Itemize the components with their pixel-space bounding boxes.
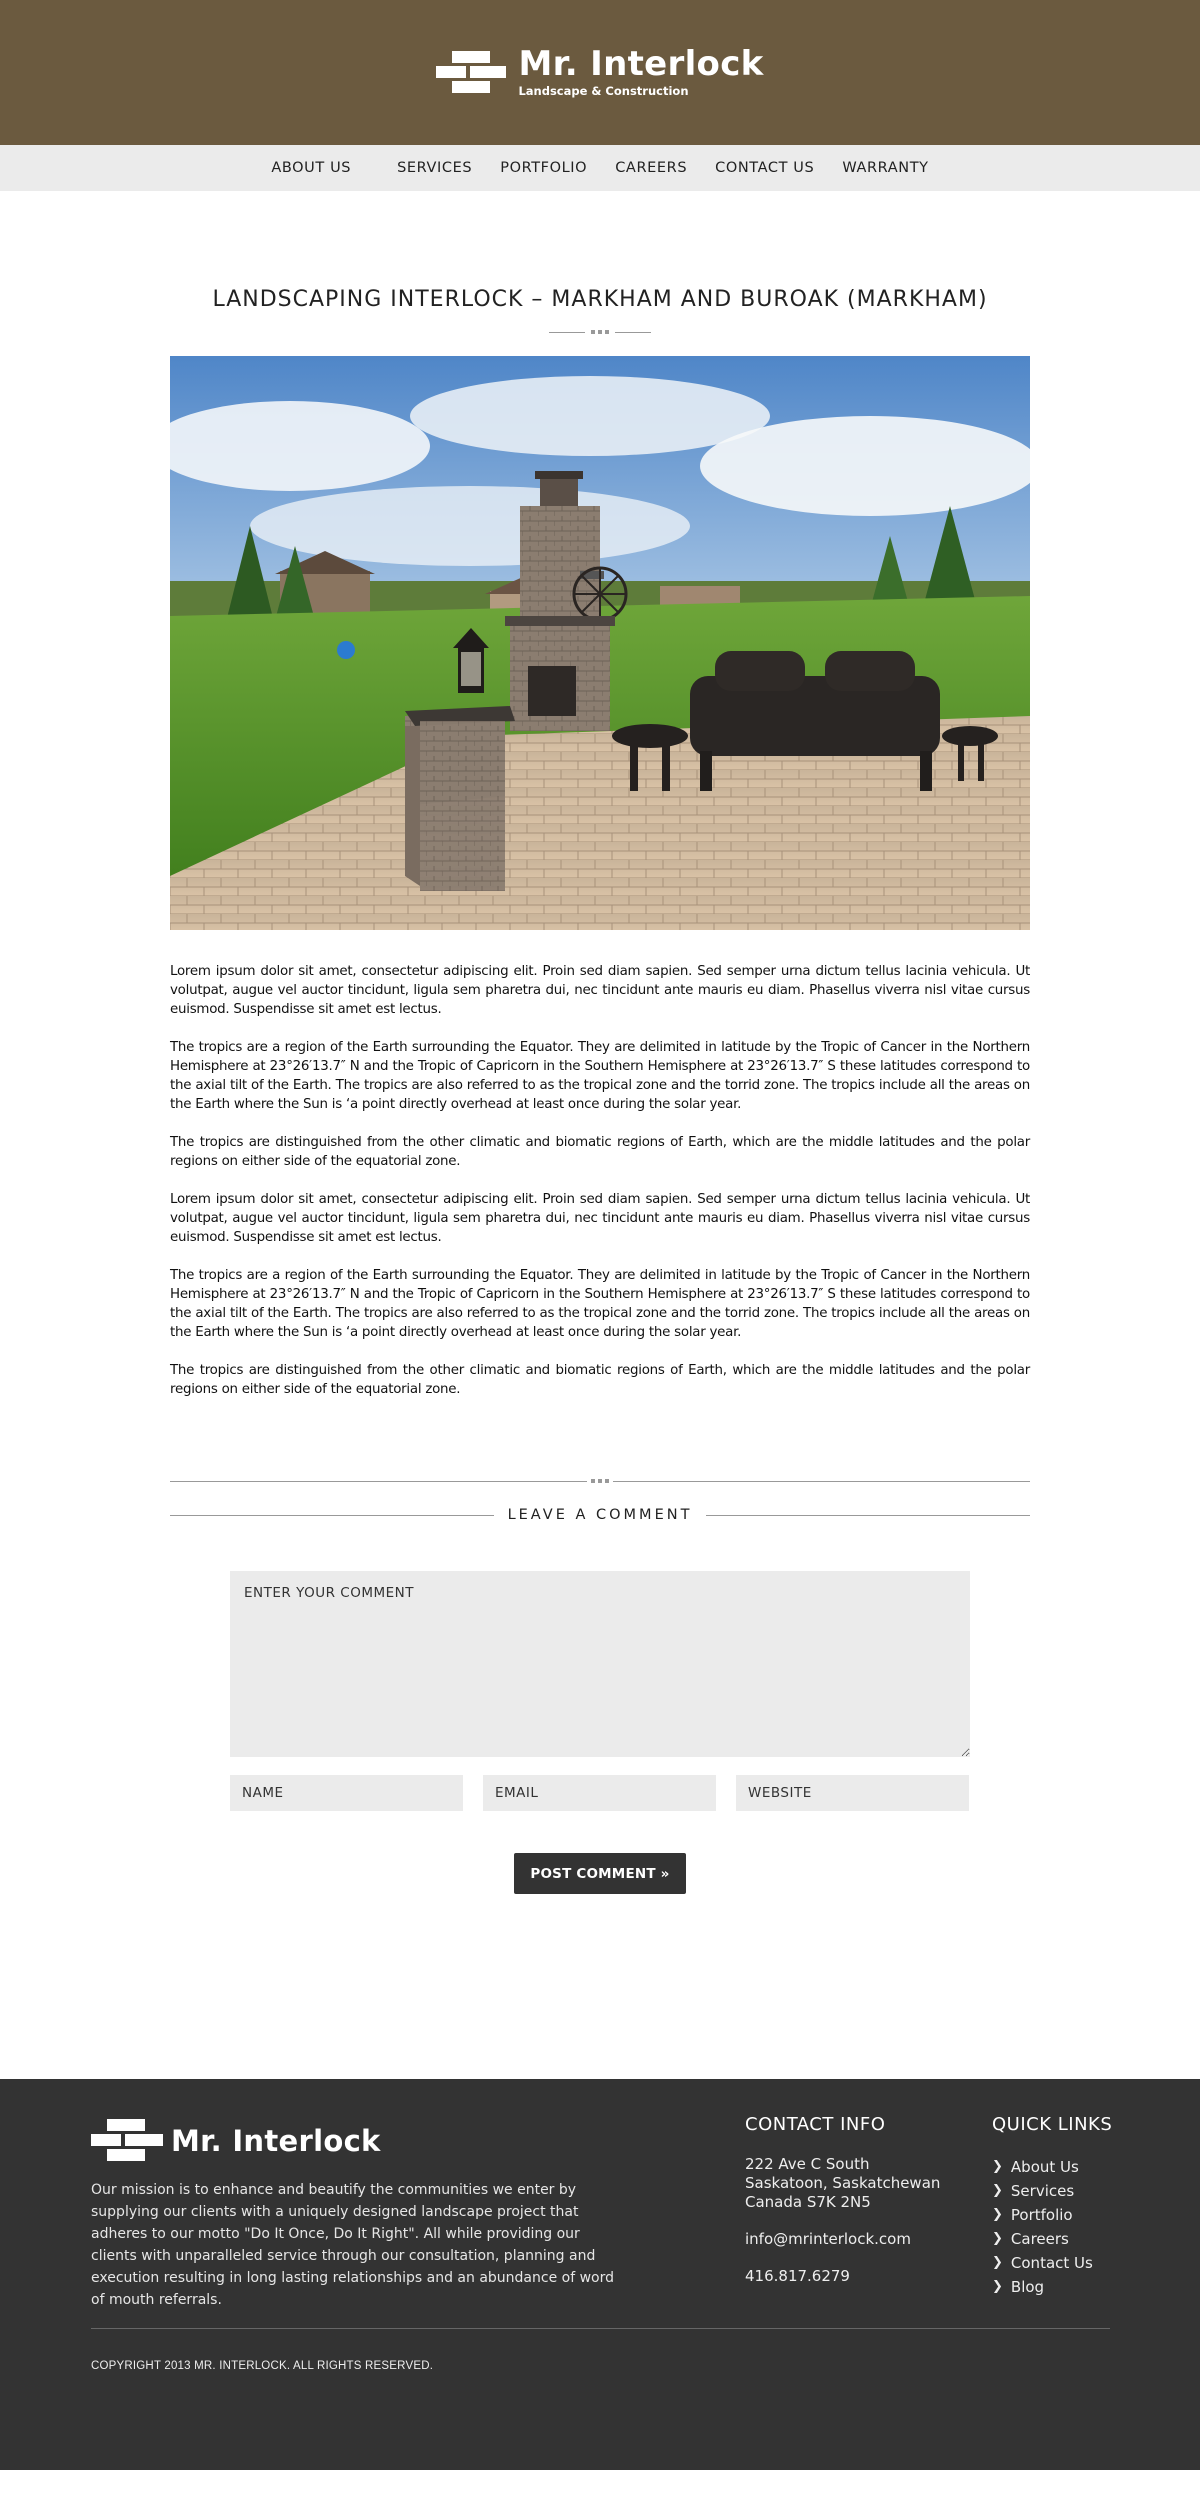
page-title: LANDSCAPING INTERLOCK – MARKHAM AND BURO… (212, 287, 988, 312)
contact-phone: 416.817.6279 (745, 2267, 850, 2285)
title-divider (170, 330, 1030, 334)
comment-heading: LEAVE A COMMENT (507, 1507, 693, 1523)
footer-brand-title: Mr. Interlock (171, 2123, 381, 2158)
quick-link-blog[interactable]: ❯ Blog (992, 2275, 1112, 2299)
site-logo[interactable]: Mr. Interlock Landscape & Construction (436, 47, 763, 98)
quick-link-about-us[interactable]: ❯ About Us (992, 2155, 1112, 2179)
quick-link-label: Careers (1010, 2230, 1069, 2248)
quick-link-careers[interactable]: ❯ Careers (992, 2227, 1112, 2251)
article-paragraph: The tropics are distinguished from the o… (170, 1135, 1030, 1169)
site-header: Mr. Interlock Landscape & Construction (0, 0, 1200, 145)
quick-link-services[interactable]: ❯ Services (992, 2179, 1112, 2203)
post-comment-button[interactable]: POST COMMENT » (514, 1853, 686, 1894)
chevron-right-icon: ❯ (992, 2159, 1003, 2174)
nav-item-contact-us[interactable]: CONTACT US (701, 160, 828, 176)
brand-title: Mr. Interlock (518, 44, 764, 84)
bricks-logo-icon (91, 2119, 163, 2163)
article-paragraph: The tropics are a region of the Earth su… (170, 1040, 1030, 1112)
nav-item-portfolio[interactable]: PORTFOLIO (486, 160, 601, 176)
contact-info: CONTACT INFO 222 Ave C South Saskatoon, … (745, 2114, 975, 2286)
website-input[interactable] (736, 1775, 969, 1811)
main-nav: ABOUT US SERVICES PORTFOLIO CAREERS CONT… (0, 145, 1200, 191)
brand-subtitle: Landscape & Construction (518, 84, 689, 98)
nav-item-services[interactable]: SERVICES (383, 160, 486, 176)
quick-link-label: Blog (1010, 2278, 1045, 2296)
comment-section: LEAVE A COMMENT POST COMMENT » (0, 1477, 1200, 1894)
contact-email-link[interactable]: info@mrinterlock.com (745, 2230, 975, 2249)
address-line: Canada S7K 2N5 (745, 2193, 871, 2211)
chevron-right-icon: ❯ (992, 2207, 1003, 2222)
quick-link-label: Services (1010, 2182, 1075, 2200)
email-input[interactable] (483, 1775, 716, 1811)
contact-heading: CONTACT INFO (745, 2114, 886, 2135)
article-paragraph: Lorem ipsum dolor sit amet, consectetur … (170, 1192, 1030, 1245)
hero-image (170, 356, 1030, 930)
quick-link-portfolio[interactable]: ❯ Portfolio (992, 2203, 1112, 2227)
nav-item-warranty[interactable]: WARRANTY (828, 160, 942, 176)
name-input[interactable] (230, 1775, 463, 1811)
footer-logo[interactable]: Mr. Interlock (91, 2119, 381, 2163)
main-content: LANDSCAPING INTERLOCK – MARKHAM AND BURO… (170, 191, 1030, 1399)
article-paragraph: The tropics are a region of the Earth su… (170, 1268, 1030, 1340)
nav-item-about-us[interactable]: ABOUT US (257, 160, 383, 176)
chevron-right-icon: ❯ (992, 2255, 1003, 2270)
quick-link-label: Contact Us (1010, 2254, 1093, 2272)
comment-heading-row: LEAVE A COMMENT (170, 1507, 1030, 1523)
quick-links-heading: QUICK LINKS (992, 2114, 1113, 2135)
footer-divider (91, 2328, 1110, 2329)
mission-text: Our mission is to enhance and beautify t… (91, 2182, 615, 2308)
site-footer: Mr. Interlock Our mission is to enhance … (0, 2079, 1200, 2470)
quick-link-label: About Us (1010, 2158, 1079, 2176)
comment-fields (230, 1775, 970, 1811)
comment-textarea[interactable] (230, 1571, 970, 1757)
chevron-right-icon: ❯ (992, 2183, 1003, 2198)
copyright-text: COPYRIGHT 2013 MR. INTERLOCK. ALL RIGHTS… (91, 2360, 434, 2372)
article-paragraph: The tropics are distinguished from the o… (170, 1363, 1030, 1397)
address-line: Saskatoon, Saskatchewan (745, 2174, 941, 2192)
chevron-right-icon: ❯ (992, 2279, 1003, 2294)
comment-form: POST COMMENT » (230, 1571, 970, 1894)
nav-item-careers[interactable]: CAREERS (601, 160, 701, 176)
address-line: 222 Ave C South (745, 2155, 870, 2173)
section-divider (170, 1477, 1030, 1487)
chevron-right-icon: ❯ (992, 2231, 1003, 2246)
quick-links: QUICK LINKS ❯ About Us ❯ Services ❯ Portfol… (992, 2114, 1112, 2299)
bricks-logo-icon (436, 50, 507, 95)
quick-link-label: Portfolio (1010, 2206, 1073, 2224)
article-paragraph: Lorem ipsum dolor sit amet, consectetur … (170, 964, 1030, 1017)
quick-link-contact-us[interactable]: ❯ Contact Us (992, 2251, 1112, 2275)
article-body: Lorem ipsum dolor sit amet, consectetur … (170, 962, 1030, 1399)
